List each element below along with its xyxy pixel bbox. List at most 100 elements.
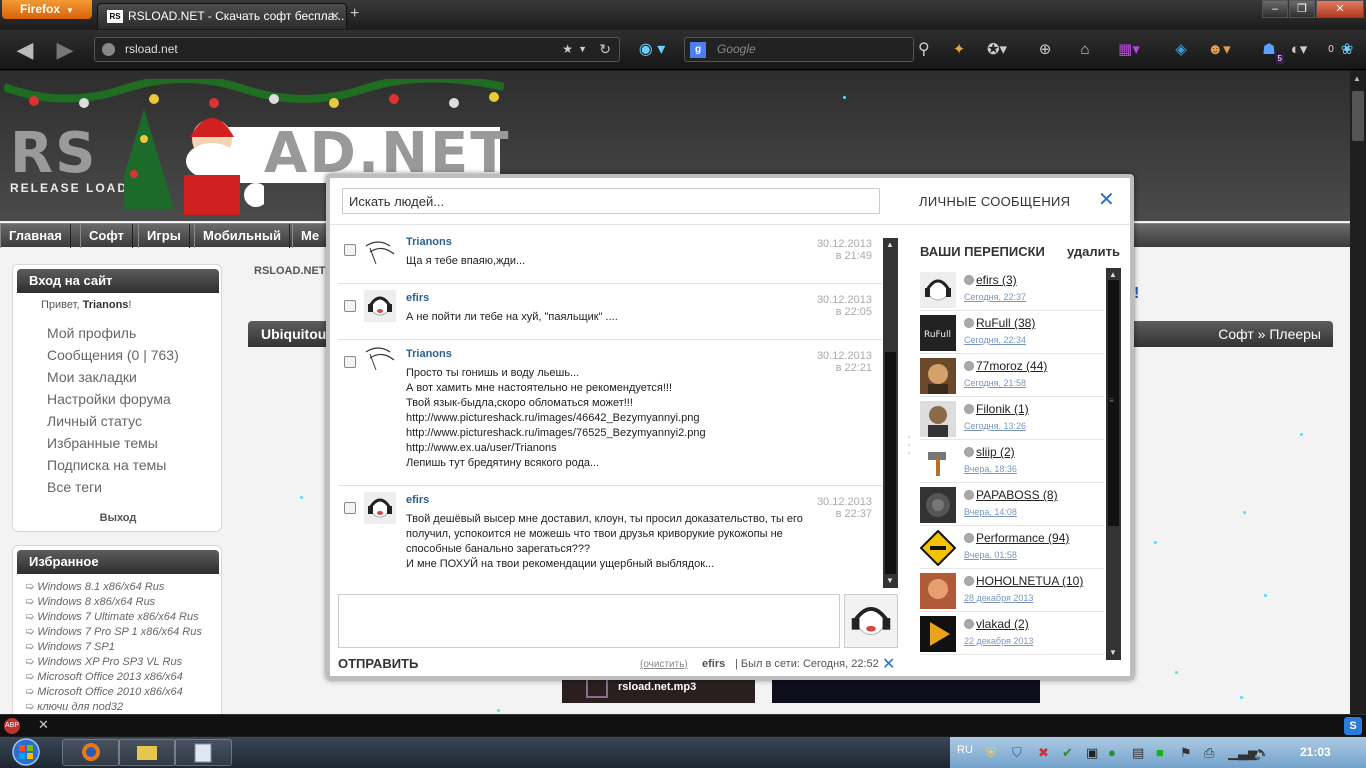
avatar-trianons[interactable] [364,238,396,270]
favorite-item[interactable]: ключи для nod32 [25,700,123,713]
tray-device-icon[interactable]: ⎙ [1204,745,1214,761]
extension-shield-icon[interactable]: ◈ [1168,38,1194,62]
language-indicator[interactable]: RU [957,744,973,756]
tray-check-icon[interactable]: ✔ [1062,745,1073,761]
addon-bar-close-icon[interactable]: ✕ [38,717,49,733]
clear-link[interactable]: (очистить) [640,659,688,670]
link-bookmarks[interactable]: Мои закладки [47,369,137,385]
taskbar-clock[interactable]: 21:03 [1300,745,1331,759]
avatar-efirs[interactable] [364,290,396,322]
conversation-name[interactable]: Filonik (1) [976,402,1029,416]
scroll-up-icon[interactable]: ▲ [886,240,894,249]
scroll-down-icon[interactable]: ▼ [1109,648,1117,657]
conversation-name[interactable]: HOHOLNETUA (10) [976,574,1083,588]
conversation-item[interactable]: HOHOLNETUA (10) 28 декабря 2013 [920,569,1104,612]
conversation-time[interactable]: 28 декабря 2013 [964,593,1033,603]
message-checkbox[interactable] [344,356,356,368]
favorite-item[interactable]: Microsoft Office 2013 x86/x64 [25,670,183,683]
conversation-time[interactable]: Сегодня, 22:37 [964,292,1026,302]
tray-terminal-icon[interactable]: ▣ [1086,745,1098,761]
apps-grid-icon[interactable]: ▦▾ [1116,38,1142,62]
bookmarks-icon[interactable]: ✪▾ [984,38,1010,62]
panel-resize-handle[interactable]: › › › [908,434,914,464]
message-link[interactable]: http://www.pictureshack.ru/images/46642_… [406,411,816,426]
conversation-name[interactable]: Performance (94) [976,531,1069,545]
message-author[interactable]: efirs [406,494,429,506]
conversation-item[interactable]: Performance (94) Вчера, 01:58 [920,526,1104,569]
bookmark-star-icon[interactable]: ★ [562,38,573,61]
addon-s-icon[interactable]: S [1344,717,1362,735]
message-author[interactable]: Trianons [406,348,452,360]
conversation-item[interactable]: RuFull RuFull (38) Сегодня, 22:34 [920,311,1104,354]
taskbar-notepad[interactable] [174,739,232,766]
conversation-name[interactable]: RuFull (38) [976,316,1035,330]
message-link[interactable]: http://www.pictureshack.ru/images/76525_… [406,426,816,441]
favorite-item[interactable]: Windows XP Pro SP3 VL Rus [25,655,182,668]
favorite-item[interactable]: Windows 7 Ultimate x86/x64 Rus [25,610,198,623]
menu-games[interactable]: Игры [138,224,190,248]
message-checkbox[interactable] [344,300,356,312]
window-maximize-button[interactable]: ❐ [1289,0,1315,18]
extension-monkey-icon[interactable]: ☻▾ [1206,38,1232,62]
tray-volume-icon[interactable]: 🔈 [1254,745,1270,761]
url-bar[interactable]: rsload.net ★ ▼ ↻ [94,37,620,62]
conversation-item[interactable]: PAPABOSS (8) Вчера, 14:08 [920,483,1104,526]
conversation-name[interactable]: 77moroz (44) [976,359,1047,373]
home-icon[interactable]: ⌂ [1072,38,1098,62]
conversation-item[interactable]: vlakad (2) 22 декабря 2013 [920,612,1104,655]
tray-globe-icon[interactable]: ● [1108,745,1116,760]
tray-security-icon[interactable]: ⛉ [1012,745,1022,761]
tray-flag-icon[interactable]: ⚑ [1180,745,1192,761]
tray-drive-icon[interactable]: ▤ [1132,745,1144,761]
reload-icon[interactable]: ↻ [599,38,611,61]
message-author[interactable]: Trianons [406,236,452,248]
favorite-item[interactable]: Windows 8 x86/x64 Rus [25,595,155,608]
message-checkbox[interactable] [344,502,356,514]
send-button[interactable]: ОТПРАВИТЬ [338,656,418,671]
windows-start-icon[interactable] [6,737,46,768]
extension-bird-icon[interactable]: ✦ [946,38,972,62]
window-minimize-button[interactable]: – [1262,0,1288,18]
content-category[interactable]: Софт » Плееры [1218,321,1321,347]
link-messages[interactable]: Сообщения (0 | 763) [47,347,179,363]
downloads-icon[interactable]: ⊕ [1032,38,1058,62]
conversation-time[interactable]: Сегодня, 21:58 [964,378,1026,388]
avatar-trianons[interactable] [364,344,396,376]
tray-shield-icon[interactable]: ⛨ [986,745,996,761]
thread-scrollbar[interactable]: ▲ ▼ [883,238,898,588]
conversation-name[interactable]: sliip (2) [976,445,1015,459]
thread-scroll-thumb[interactable] [885,352,896,574]
favorite-item[interactable]: Windows 7 Pro SP 1 x86/x64 Rus [25,625,202,638]
link-favorite-topics[interactable]: Избранные темы [47,435,158,451]
scroll-down-icon[interactable]: ▼ [886,576,894,585]
window-close-button[interactable]: ✕ [1316,0,1364,18]
menu-media[interactable]: Ме [292,224,329,248]
conversation-name[interactable]: efirs (3) [976,273,1017,287]
people-search-input[interactable] [342,188,880,214]
conversation-time[interactable]: Сегодня, 13:26 [964,421,1026,431]
forward-button[interactable]: ▶ [50,36,80,64]
conversation-name[interactable]: PAPABOSS (8) [976,488,1058,502]
tray-green-icon[interactable]: ■ [1156,745,1164,760]
search-bar[interactable]: g Google [684,37,914,62]
favorite-item[interactable]: Windows 8.1 x86/x64 Rus [25,580,164,593]
conversation-item[interactable]: sliip (2) Вчера, 18:36 [920,440,1104,483]
menu-soft[interactable]: Софт [80,224,133,248]
menu-mobile[interactable]: Мобильный [194,224,290,248]
extension-notify-icon[interactable]: ☗ 5 [1256,38,1284,64]
browser-tab[interactable]: RS RSLOAD.NET - Скачать софт беспла... ✕ [97,3,347,29]
message-checkbox[interactable] [344,244,356,256]
taskbar-firefox[interactable] [62,739,120,766]
conversation-scrollbar[interactable]: ▲ ≡ ▼ [1106,268,1121,660]
menu-home[interactable]: Главная [0,224,71,248]
page-scroll-thumb[interactable] [1352,91,1364,141]
message-link[interactable]: http://www.ex.ua/user/Trianons [406,441,816,456]
content-title[interactable]: Ubiquitou [261,321,326,347]
close-conversation-icon[interactable]: ✕ [882,654,895,674]
conversation-item[interactable]: efirs (3) Сегодня, 22:37 [920,268,1104,311]
favorite-item[interactable]: Microsoft Office 2010 x86/x64 [25,685,183,698]
tab-close-icon[interactable]: ✕ [330,4,340,28]
conversation-time[interactable]: Вчера, 18:36 [964,464,1017,474]
tray-x-icon[interactable]: ✖ [1038,745,1049,761]
scroll-up-icon[interactable]: ▲ [1353,74,1361,83]
